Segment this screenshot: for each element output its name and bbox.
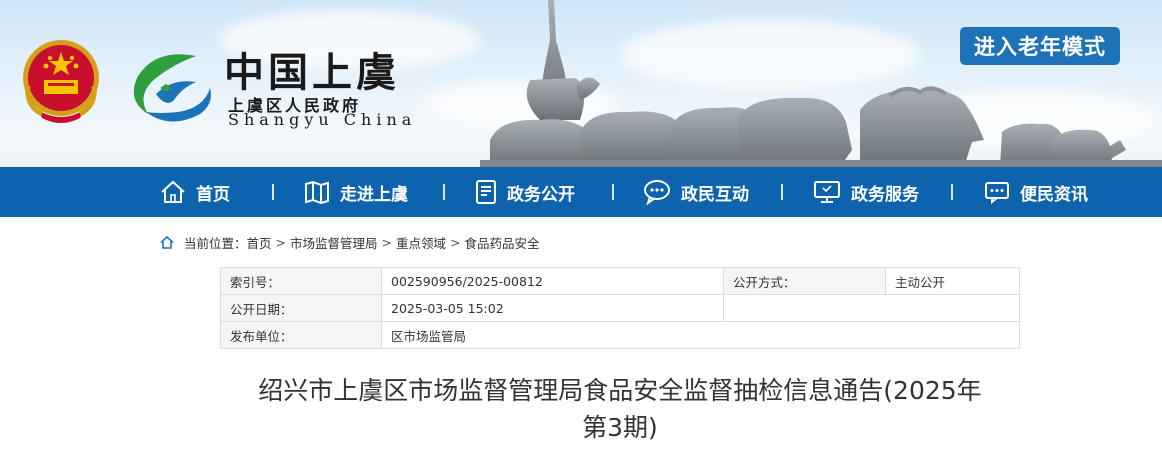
nav-item-services[interactable]: 政务服务	[813, 167, 919, 217]
empty-cell	[723, 294, 1020, 322]
main-nav: 首页 走进上虞 政务公开 政民互动 政务服务 便民资讯	[0, 167, 1162, 217]
nav-item-label: 便民资讯	[1020, 184, 1088, 205]
home-icon	[161, 180, 185, 203]
index-value: 002590956/2025-00812	[381, 267, 724, 295]
elephant-sculpture-image	[480, 0, 1162, 167]
nav-divider	[272, 184, 274, 200]
map-icon	[305, 180, 329, 204]
header-banner: 中国上虞 上虞区人民政府 Shangyu China 进入老年模式	[0, 0, 1162, 167]
chat-icon	[644, 180, 670, 205]
breadcrumb-item-key-areas[interactable]: 重点领域	[396, 233, 446, 252]
nav-divider	[781, 184, 783, 200]
document-info-table: 索引号： 002590956/2025-00812 公开方式： 主动公开 公开日…	[220, 267, 1020, 349]
home-icon	[160, 236, 174, 249]
nav-item-label: 政务服务	[851, 184, 919, 205]
breadcrumb-separator: >	[450, 235, 461, 250]
method-value: 主动公开	[885, 267, 1020, 295]
breadcrumb-item-market-bureau[interactable]: 市场监督管理局	[290, 233, 378, 252]
table-row: 发布单位： 区市场监管局	[220, 321, 1020, 349]
breadcrumb-item-food-drug-safety[interactable]: 食品药品安全	[465, 233, 540, 252]
document-icon	[476, 180, 496, 204]
shangyu-logo-icon	[133, 54, 211, 122]
unit-label: 发布单位：	[220, 321, 382, 349]
message-icon	[985, 182, 1009, 204]
breadcrumb: 当前位置： 首页 > 市场监督管理局 > 重点领域 > 食品药品安全	[160, 233, 540, 252]
document-title-line1: 绍兴市上虞区市场监督管理局食品安全监督抽检信息通告(2025年	[258, 376, 982, 405]
table-row: 公开日期： 2025-03-05 15:02	[220, 294, 1020, 322]
table-row: 索引号： 002590956/2025-00812 公开方式： 主动公开	[220, 267, 1020, 295]
nav-divider	[612, 184, 614, 200]
unit-value: 区市场监管局	[381, 321, 1020, 349]
national-emblem-icon	[23, 40, 99, 123]
elder-mode-button[interactable]: 进入老年模式	[960, 27, 1120, 65]
nav-item-home[interactable]: 首页	[160, 167, 230, 217]
nav-item-label: 政民互动	[681, 184, 749, 205]
breadcrumb-item-home[interactable]: 首页	[247, 233, 272, 252]
date-value: 2025-03-05 15:02	[381, 294, 724, 322]
breadcrumb-separator: >	[381, 235, 393, 250]
method-label: 公开方式：	[723, 267, 886, 295]
document-title: 绍兴市上虞区市场监督管理局食品安全监督抽检信息通告(2025年 第3期)	[230, 372, 1010, 446]
date-label: 公开日期：	[220, 294, 382, 322]
index-label: 索引号：	[220, 267, 382, 295]
breadcrumb-prefix: 当前位置：	[184, 236, 247, 251]
site-english-name: Shangyu China	[228, 110, 417, 129]
nav-item-label: 政务公开	[507, 184, 575, 205]
nav-item-explore[interactable]: 走进上虞	[304, 167, 408, 217]
document-title-line2: 第3期)	[582, 413, 658, 442]
nav-item-label: 首页	[196, 184, 230, 205]
nav-divider	[951, 184, 953, 200]
nav-item-label: 走进上虞	[340, 184, 408, 205]
nav-divider	[443, 184, 445, 200]
monitor-icon	[814, 181, 840, 203]
breadcrumb-separator: >	[275, 235, 287, 250]
nav-item-gov-affairs[interactable]: 政务公开	[475, 167, 575, 217]
nav-item-info[interactable]: 便民资讯	[984, 167, 1088, 217]
nav-item-interaction[interactable]: 政民互动	[643, 167, 749, 217]
site-title: 中国上虞	[224, 49, 400, 96]
